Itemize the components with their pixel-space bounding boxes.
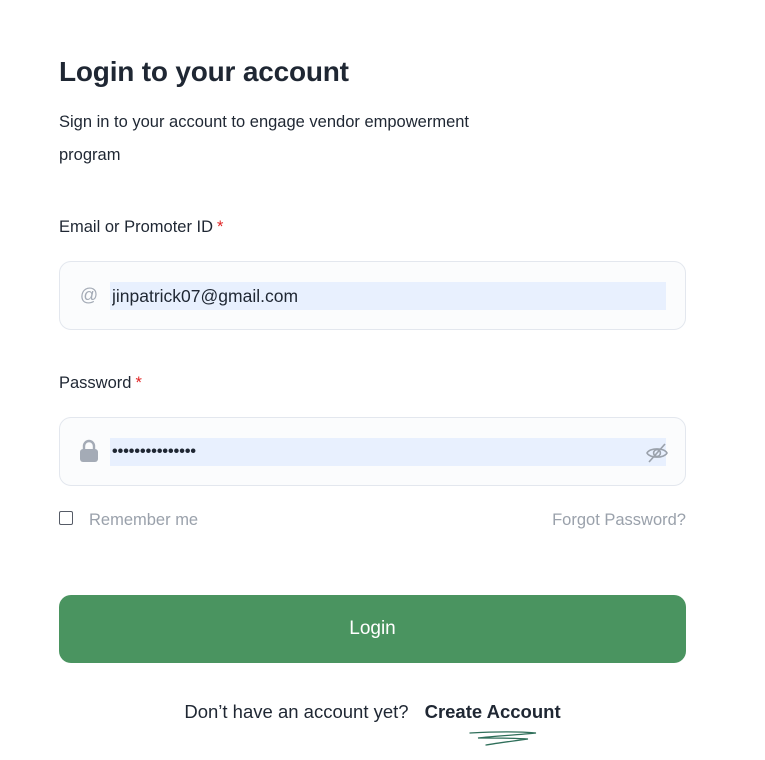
forgot-password-link[interactable]: Forgot Password? bbox=[552, 511, 686, 530]
email-input[interactable] bbox=[110, 282, 666, 310]
email-label-text: Email or Promoter ID bbox=[59, 218, 214, 236]
password-label-text: Password bbox=[59, 374, 132, 392]
remember-me-label[interactable]: Remember me bbox=[89, 511, 198, 530]
email-field[interactable]: @ bbox=[59, 261, 686, 330]
password-field[interactable]: ••••••••••••••• bbox=[59, 417, 686, 486]
required-asterisk: * bbox=[217, 218, 224, 236]
at-icon: @ bbox=[79, 285, 99, 305]
eye-off-icon[interactable] bbox=[645, 441, 669, 465]
password-input[interactable]: ••••••••••••••• bbox=[110, 438, 666, 466]
remember-row: Remember me Forgot Password? bbox=[59, 509, 686, 533]
page-title: Login to your account bbox=[59, 56, 349, 87]
email-field-label: Email or Promoter ID * bbox=[59, 218, 223, 237]
page-subtitle: Sign in to your account to engage vendor… bbox=[59, 113, 470, 164]
required-asterisk: * bbox=[135, 374, 142, 392]
signup-prompt-row: Don’t have an account yet? Create Account bbox=[59, 701, 686, 723]
scribble-underline-decoration bbox=[469, 731, 537, 746]
signup-prompt-text: Don’t have an account yet? bbox=[184, 701, 409, 722]
remember-me-checkbox[interactable] bbox=[59, 511, 73, 525]
lock-icon bbox=[78, 439, 100, 463]
login-button[interactable]: Login bbox=[59, 595, 686, 663]
password-field-label: Password * bbox=[59, 374, 142, 393]
create-account-link[interactable]: Create Account bbox=[425, 701, 561, 722]
